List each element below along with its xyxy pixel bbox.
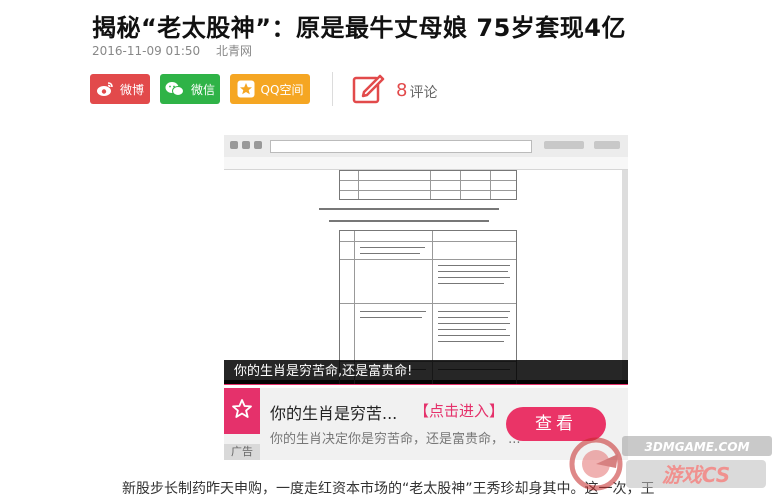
weibo-icon [96, 81, 114, 97]
ad-description: 你的生肖决定你是穷苦命，还是富贵命， ... [270, 432, 521, 447]
screenshot-document-page [224, 170, 628, 385]
screenshot-scrollbar [622, 170, 628, 380]
comment-link[interactable]: 8 评论 [352, 72, 437, 108]
video-player[interactable]: 你的生肖是穷苦命,还是富贵命! [224, 135, 628, 385]
ad-favorite-button[interactable] [224, 388, 260, 434]
share-divider [332, 72, 333, 106]
share-weibo-label: 微博 [119, 82, 144, 97]
article-source[interactable]: 北青网 [216, 44, 252, 58]
share-weixin-button[interactable]: 微信 [160, 74, 220, 104]
ad-title[interactable]: 你的生肖是穷苦... [270, 400, 397, 424]
video-caption: 你的生肖是穷苦命,还是富贵命! [224, 360, 628, 384]
comment-edit-icon [352, 72, 386, 108]
article-date: 2016-11-09 01:50 [92, 44, 201, 58]
star-outline-icon [231, 398, 253, 424]
watermark-logo-top: 3DMGAME.COM [644, 440, 749, 454]
share-qzone-button[interactable]: QQ空间 [230, 74, 310, 104]
ad-label-badge: 广告 [224, 444, 260, 460]
wechat-icon [165, 81, 185, 97]
watermark-logo-bottom: 游戏CS [662, 463, 730, 487]
share-weibo-button[interactable]: 微博 [90, 74, 150, 104]
share-weixin-label: 微信 [190, 82, 215, 97]
article-title: 揭秘“老太股神”：原是最牛丈母娘 75岁套现4亿 [92, 14, 626, 42]
screenshot-browser-toolbar [224, 135, 628, 158]
video-progress-bar [224, 384, 628, 385]
article-meta: 2016-11-09 01:50 北青网 [92, 42, 252, 59]
share-qzone-label: QQ空间 [260, 82, 304, 97]
watermark-logo: 3DMGAME.COM 游戏CS [566, 424, 778, 494]
comment-label: 评论 [409, 85, 438, 101]
screenshot-bookmarks-bar [224, 157, 628, 170]
comment-count: 8 [396, 79, 408, 101]
qzone-star-icon [237, 80, 255, 98]
ad-enter-link[interactable]: 【点击进入】 [414, 400, 504, 421]
